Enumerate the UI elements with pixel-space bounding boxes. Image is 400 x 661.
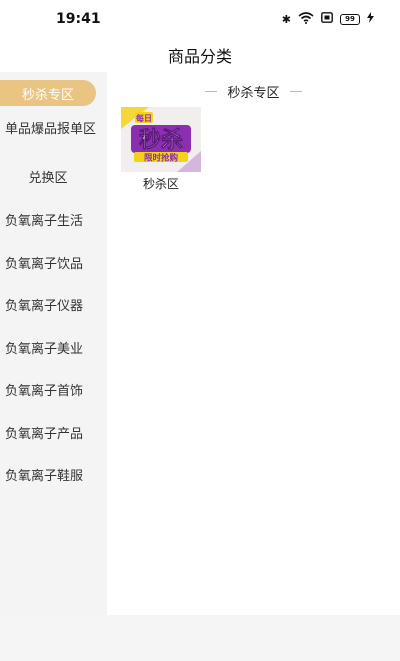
sidebar-item-anion-apparel[interactable]: 负氧离子鞋服 [0, 468, 107, 485]
sidebar-item-label: 兑换区 [28, 171, 68, 186]
status-bar: 19:41 ✱ 99 [0, 0, 400, 38]
promo-main-text: 秒杀 [139, 127, 183, 153]
page-header: 商品分类 [0, 38, 400, 72]
wifi-icon [298, 11, 314, 27]
sidebar-item-label: 负氧离子美业 [5, 342, 84, 357]
sidebar-item-label: 秒杀专区 [21, 87, 74, 103]
category-sidebar: 秒杀专区 单品爆品报单区 兑换区 负氧离子生活 负氧离子饮品 负氧离子仪器 负氧… [0, 72, 107, 615]
sidebar-item-bestseller-zone[interactable]: 单品爆品报单区 [0, 121, 100, 138]
sidebar-item-label: 负氧离子鞋服 [5, 469, 84, 484]
sidebar-item-label: 负氧离子生活 [5, 214, 84, 229]
category-tile-label: 秒杀区 [142, 177, 179, 191]
seckill-promo-image: 每日 秒杀 限时抢购 [121, 107, 201, 172]
status-time: 19:41 [56, 11, 101, 27]
sidebar-item-anion-beauty[interactable]: 负氧离子美业 [0, 341, 107, 358]
screen-icon [321, 12, 333, 26]
sidebar-item-exchange-zone[interactable]: 兑换区 [0, 170, 96, 187]
promo-bottom-text: 限时抢购 [144, 153, 179, 164]
category-tile-seckill[interactable]: 每日 秒杀 限时抢购 秒杀区 [121, 107, 203, 192]
battery-icon: 99 [340, 13, 360, 25]
sidebar-item-label: 负氧离子产品 [5, 427, 84, 442]
page-title: 商品分类 [167, 47, 232, 66]
bluetooth-icon: ✱ [281, 12, 291, 26]
sidebar-item-anion-products[interactable]: 负氧离子产品 [0, 426, 107, 443]
status-icons: ✱ 99 [281, 11, 374, 27]
sidebar-item-label: 单品爆品报单区 [5, 122, 97, 137]
sidebar-item-label: 负氧离子仪器 [5, 299, 84, 314]
category-content: 秒杀专区 每日 秒杀 限时抢购 秒杀区 [107, 72, 400, 615]
sidebar-item-label: 负氧离子饮品 [5, 257, 84, 272]
divider [289, 90, 302, 92]
promo-top-text: 每日 [136, 113, 152, 123]
section-title: 秒杀专区 [107, 82, 400, 101]
sidebar-item-anion-drinks[interactable]: 负氧离子饮品 [0, 256, 107, 273]
sidebar-item-anion-instruments[interactable]: 负氧离子仪器 [0, 298, 107, 315]
sidebar-item-label: 负氧离子首饰 [5, 384, 84, 399]
bottom-area [0, 615, 400, 661]
sidebar-item-anion-jewelry[interactable]: 负氧离子首饰 [0, 383, 107, 400]
charging-icon [367, 12, 374, 26]
section-title-text: 秒杀专区 [227, 85, 280, 101]
sidebar-item-seckill-zone[interactable]: 秒杀专区 [0, 80, 96, 106]
sidebar-item-anion-life[interactable]: 负氧离子生活 [0, 213, 107, 230]
divider [205, 90, 218, 92]
